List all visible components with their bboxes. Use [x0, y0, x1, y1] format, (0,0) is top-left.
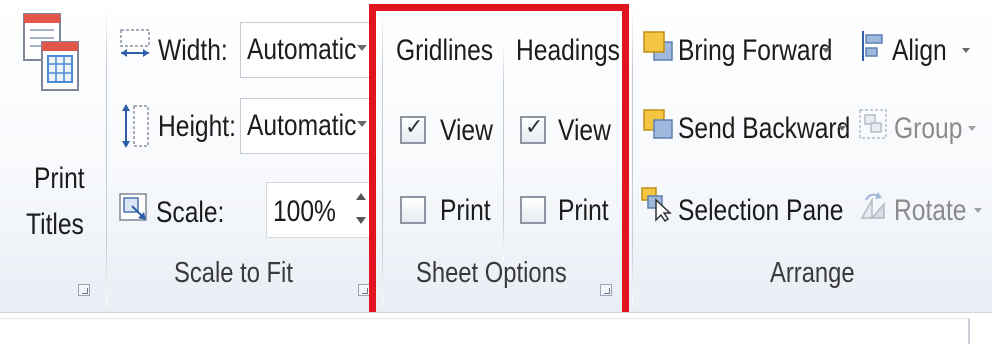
send-backward-label: Send Backward [678, 112, 851, 145]
page-setup-dialog-launcher-icon[interactable] [78, 284, 90, 296]
width-icon [120, 29, 150, 57]
bring-forward-label: Bring Forward [678, 34, 833, 67]
rotate-icon [860, 192, 885, 219]
sheet-options-highlight-box [369, 4, 629, 330]
width-dropdown-value: Automatic [247, 33, 357, 66]
scale-value: 100% [273, 195, 336, 228]
width-label: Width: [158, 34, 228, 67]
print-titles-label-line2: Titles [26, 208, 84, 241]
ribbon: Print Titles Width: Automatic Height: Au… [0, 0, 992, 330]
chevron-down-icon [968, 126, 976, 131]
group-label: Group [894, 112, 963, 145]
chevron-down-icon [838, 126, 846, 131]
align-label: Align [892, 34, 947, 67]
print-titles-label-line1: Print [34, 162, 85, 195]
scale-label: Scale: [156, 196, 225, 229]
height-dropdown-value: Automatic [247, 109, 357, 142]
chevron-down-icon [974, 208, 982, 213]
scale-icon [119, 193, 147, 221]
width-dropdown[interactable]: Automatic [240, 22, 374, 78]
chevron-down-icon [357, 45, 367, 51]
bring-forward-icon [643, 31, 673, 61]
send-backward-icon [643, 109, 673, 139]
chevron-down-icon [357, 121, 367, 127]
selection-pane-label: Selection Pane [678, 194, 844, 227]
height-dropdown[interactable]: Automatic [240, 98, 374, 154]
print-titles-button[interactable]: Print Titles [14, 10, 94, 250]
align-icon [862, 31, 883, 61]
scale-spinner[interactable]: 100% [266, 182, 374, 238]
selection-pane-icon [641, 187, 672, 222]
height-icon [122, 104, 149, 148]
arrange-group-label: Arrange [770, 257, 855, 289]
group-icon [859, 109, 887, 139]
rotate-label: Rotate [894, 194, 967, 227]
worksheet-edge [0, 318, 970, 344]
spin-up-icon[interactable] [356, 193, 366, 200]
separator [632, 6, 633, 306]
scale-to-fit-group-label: Scale to Fit [174, 257, 293, 289]
separator [106, 6, 107, 306]
chevron-down-icon [822, 48, 830, 53]
chevron-down-icon [962, 48, 970, 53]
spin-down-icon[interactable] [356, 217, 366, 224]
print-titles-icon [23, 13, 79, 91]
height-label: Height: [158, 110, 236, 143]
